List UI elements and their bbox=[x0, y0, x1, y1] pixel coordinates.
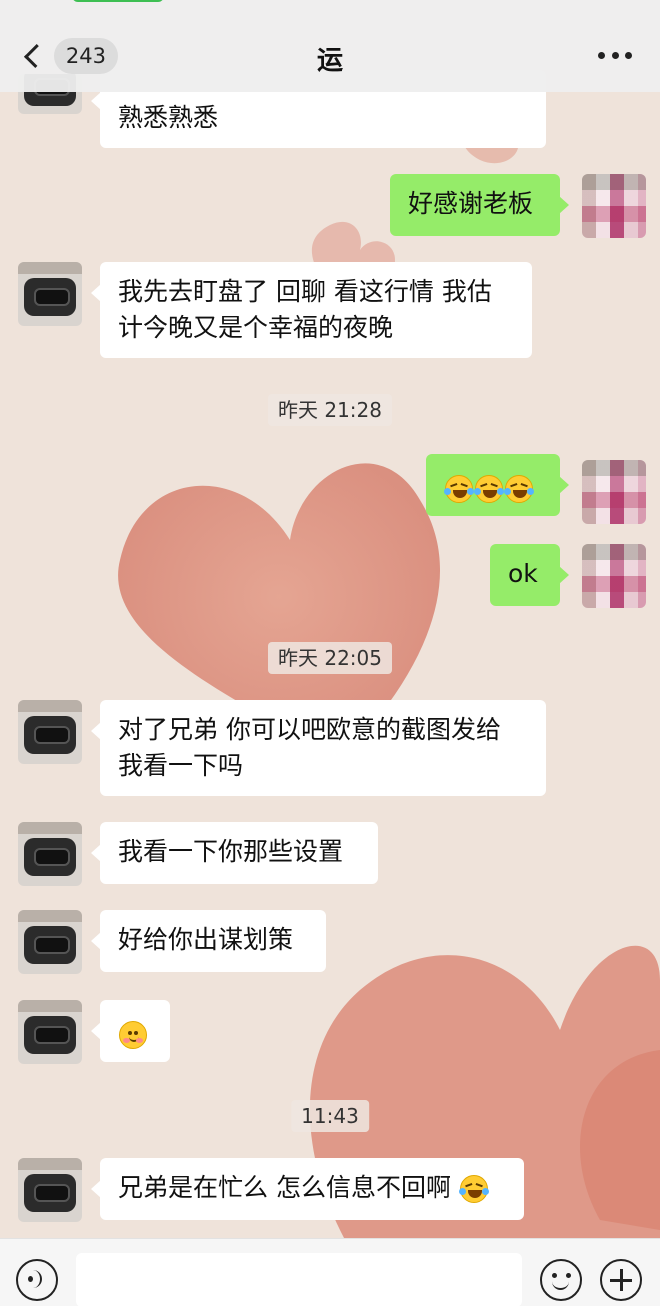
message-text: 对了兄弟 你可以吧欧意的截图发给 bbox=[118, 715, 501, 744]
laugh-cry-emoji bbox=[474, 475, 504, 503]
contact-avatar[interactable] bbox=[18, 910, 82, 974]
dot-icon bbox=[598, 51, 605, 59]
device-image bbox=[24, 926, 76, 964]
device-image bbox=[24, 1016, 76, 1054]
message-bubble[interactable] bbox=[91, 1000, 170, 1062]
timestamp: 11:43 bbox=[291, 1100, 369, 1132]
device-image bbox=[24, 1174, 76, 1212]
message-text: 熟悉熟悉 bbox=[118, 103, 219, 132]
user-avatar[interactable] bbox=[582, 544, 646, 608]
dot-icon bbox=[611, 51, 619, 59]
timestamp: 昨天 21:28 bbox=[268, 394, 392, 426]
contact-avatar[interactable] bbox=[18, 822, 82, 886]
contact-avatar[interactable] bbox=[18, 262, 82, 326]
message-input[interactable] bbox=[76, 1253, 522, 1306]
message-text: ok bbox=[508, 559, 538, 588]
message-bubble[interactable]: 兄弟是在忙么 怎么信息不回啊 bbox=[91, 1158, 524, 1220]
message-bubble[interactable]: ok bbox=[490, 544, 569, 606]
laugh-cry-emoji bbox=[504, 475, 534, 503]
user-avatar[interactable] bbox=[582, 174, 646, 238]
contact-avatar[interactable] bbox=[18, 700, 82, 764]
message-text: 好给你出谋划策 bbox=[118, 925, 294, 954]
laugh-cry-emoji bbox=[458, 1175, 489, 1203]
chat-title: 运 bbox=[316, 46, 343, 76]
message-bubble[interactable]: 我看一下你那些设置 bbox=[91, 822, 378, 884]
more-actions-button[interactable] bbox=[600, 1259, 642, 1301]
chat-header: 243 运 bbox=[0, 0, 660, 92]
message-text: 兄弟是在忙么 怎么信息不回啊 bbox=[118, 1173, 451, 1202]
device-image bbox=[24, 716, 76, 754]
contact-avatar[interactable] bbox=[18, 1158, 82, 1222]
contact-avatar[interactable] bbox=[18, 1000, 82, 1064]
message-text: 计今晚又是个幸福的夜晚 bbox=[118, 313, 394, 342]
dot-icon bbox=[625, 51, 632, 59]
message-text: 我先去盯盘了 回聊 看这行情 我估 bbox=[118, 277, 492, 306]
timestamp: 昨天 22:05 bbox=[268, 642, 392, 674]
message-bubble[interactable]: 好感谢老板 bbox=[390, 174, 569, 236]
message-text: 我看一下吗 bbox=[118, 751, 244, 780]
laugh-cry-emoji bbox=[444, 475, 474, 503]
voice-input-button[interactable] bbox=[16, 1259, 58, 1301]
message-text: 好感谢老板 bbox=[408, 189, 534, 218]
message-text: 我看一下你那些设置 bbox=[118, 837, 344, 866]
more-options-button[interactable] bbox=[598, 48, 632, 62]
message-bubble[interactable]: 好给你出谋划策 bbox=[91, 910, 326, 972]
message-bubble[interactable]: 我先去盯盘了 回聊 看这行情 我估 计今晚又是个幸福的夜晚 bbox=[91, 262, 532, 358]
message-bubble[interactable]: 对了兄弟 你可以吧欧意的截图发给 我看一下吗 bbox=[91, 700, 546, 796]
user-avatar[interactable] bbox=[582, 460, 646, 524]
device-image bbox=[24, 278, 76, 316]
message-bubble[interactable] bbox=[426, 454, 569, 516]
emoji-button[interactable] bbox=[540, 1259, 582, 1301]
message-input-bar bbox=[0, 1238, 660, 1306]
device-image bbox=[24, 838, 76, 876]
status-indicator bbox=[72, 0, 164, 2]
shy-smile-emoji bbox=[119, 1021, 147, 1049]
